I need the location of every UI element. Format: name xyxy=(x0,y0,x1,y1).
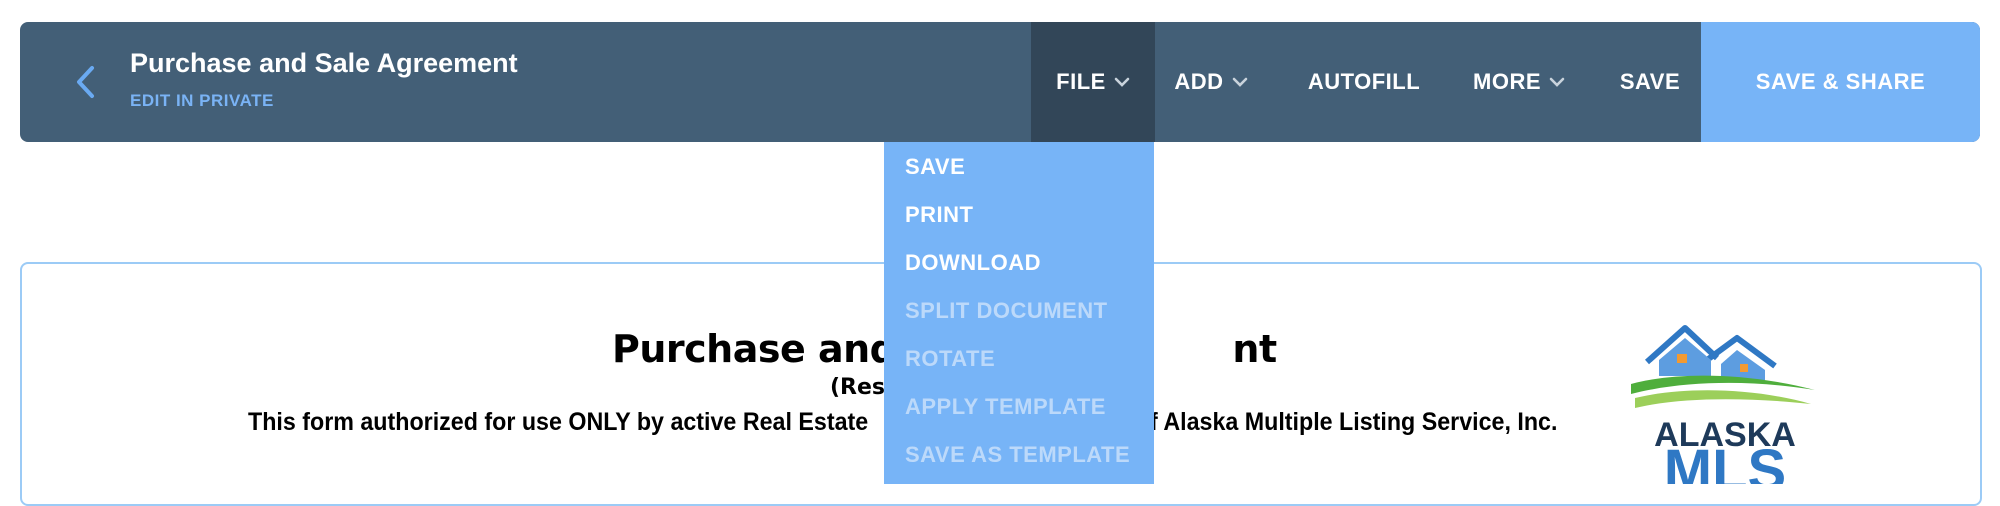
document-title: Purchase and Sale Agreement xyxy=(130,48,518,78)
dropdown-item-save[interactable]: SAVE xyxy=(905,154,965,180)
file-dropdown-menu: SAVE PRINT DOWNLOAD SPLIT DOCUMENT ROTAT… xyxy=(884,142,1154,484)
autofill-label: AUTOFILL xyxy=(1307,69,1421,94)
top-toolbar: Purchase and Sale Agreement EDIT IN PRIV… xyxy=(20,22,1980,142)
save-and-share-button[interactable]: SAVE & SHARE xyxy=(1701,22,1980,142)
document-authorization-text: This form authorized for use ONLY by act… xyxy=(248,408,869,436)
chevron-left-icon xyxy=(77,66,94,98)
chevron-down-icon xyxy=(1232,77,1247,87)
more-menu-label: MORE xyxy=(1473,69,1541,94)
back-button[interactable] xyxy=(50,52,120,112)
file-menu[interactable]: FILE xyxy=(1031,22,1155,142)
title-block: Purchase and Sale Agreement EDIT IN PRIV… xyxy=(130,48,518,111)
dropdown-item-print[interactable]: PRINT xyxy=(905,202,974,228)
more-menu[interactable]: MORE xyxy=(1462,22,1576,142)
document-heading-left: Purchase and xyxy=(612,327,897,371)
dropdown-item-save-as-template[interactable]: SAVE AS TEMPLATE xyxy=(905,442,1130,468)
file-menu-label: FILE xyxy=(1056,69,1106,94)
alaska-mls-logo: ALASKA MLS xyxy=(1631,325,1815,484)
dropdown-item-rotate[interactable]: ROTATE xyxy=(905,346,995,372)
dropdown-item-split-document[interactable]: SPLIT DOCUMENT xyxy=(905,298,1108,324)
document-heading-right: nt xyxy=(1232,327,1277,371)
document-authorization-text-right: f Alaska Multiple Listing Service, Inc. xyxy=(1150,408,1558,436)
add-menu-label: ADD xyxy=(1174,69,1224,94)
save-button[interactable]: SAVE xyxy=(1610,22,1690,142)
autofill-button[interactable]: AUTOFILL xyxy=(1300,22,1428,142)
add-menu[interactable]: ADD xyxy=(1163,22,1259,142)
document-subheading: (Res xyxy=(830,375,886,400)
edit-in-private-link[interactable]: EDIT IN PRIVATE xyxy=(130,91,518,111)
save-share-label: SAVE & SHARE xyxy=(1755,69,1926,94)
logo-text-mls: MLS xyxy=(1664,438,1786,484)
chevron-down-icon xyxy=(1114,77,1130,87)
chevron-down-icon xyxy=(1549,77,1565,87)
save-label: SAVE xyxy=(1619,69,1681,94)
dropdown-item-apply-template[interactable]: APPLY TEMPLATE xyxy=(905,394,1106,420)
dropdown-item-download[interactable]: DOWNLOAD xyxy=(905,250,1041,276)
